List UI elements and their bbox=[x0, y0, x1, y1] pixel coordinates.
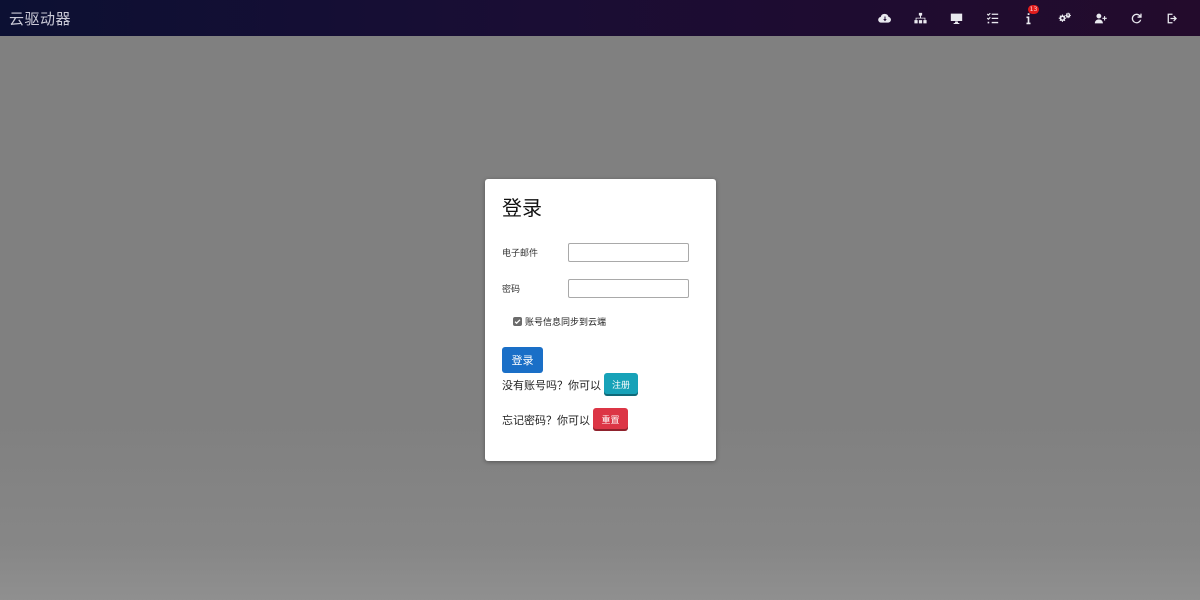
password-field[interactable] bbox=[568, 278, 689, 298]
email-label: 电子邮件 bbox=[502, 248, 539, 259]
login-button[interactable]: 登录 bbox=[502, 347, 543, 373]
network-button[interactable] bbox=[902, 0, 938, 36]
network-icon bbox=[913, 12, 927, 23]
sign-out-icon bbox=[1167, 13, 1177, 23]
navbar-actions: 13 bbox=[866, 0, 1190, 36]
reset-row: 忘记密码？你可以 重置 bbox=[502, 408, 628, 431]
refresh-button[interactable] bbox=[1118, 0, 1154, 36]
password-row: 密码 bbox=[502, 278, 689, 298]
desktop-button[interactable] bbox=[938, 0, 974, 36]
reset-password-button[interactable]: 重置 bbox=[593, 408, 628, 431]
check-icon bbox=[514, 319, 521, 325]
tasks-icon bbox=[986, 12, 998, 23]
refresh-icon bbox=[1131, 13, 1142, 23]
password-label: 密码 bbox=[502, 284, 521, 295]
login-dialog: 登录 电子邮件 密码 账号信息同步到云端 登录 没有账号吗？你可以 注册 忘记密… bbox=[485, 179, 716, 461]
add-user-button[interactable] bbox=[1082, 0, 1118, 36]
cloud-download-button[interactable] bbox=[866, 0, 902, 36]
sync-label[interactable]: 账号信息同步到云端 bbox=[525, 315, 606, 328]
gears-button[interactable] bbox=[1046, 0, 1082, 36]
email-row: 电子邮件 bbox=[502, 242, 689, 262]
register-button[interactable]: 注册 bbox=[604, 373, 638, 396]
top-navbar: 云驱动器 13 bbox=[0, 0, 1200, 36]
login-title: 登录 bbox=[502, 196, 542, 220]
desktop-icon bbox=[950, 13, 962, 24]
register-row: 没有账号吗？你可以 注册 bbox=[502, 373, 638, 396]
cloud-download-icon bbox=[877, 13, 891, 23]
tasks-button[interactable] bbox=[974, 0, 1010, 36]
app-title[interactable]: 云驱动器 bbox=[9, 8, 71, 29]
register-prompt: 没有账号吗？你可以 bbox=[502, 378, 601, 392]
reset-prompt: 忘记密码？你可以 bbox=[502, 413, 590, 427]
gears-icon bbox=[1058, 12, 1071, 22]
notification-badge: 13 bbox=[1028, 5, 1039, 14]
sync-checkbox[interactable] bbox=[513, 317, 522, 326]
user-plus-icon bbox=[1094, 13, 1107, 23]
email-field[interactable] bbox=[568, 242, 689, 262]
sync-option: 账号信息同步到云端 bbox=[513, 315, 606, 328]
info-button[interactable]: 13 bbox=[1010, 0, 1046, 36]
sign-out-button[interactable] bbox=[1154, 0, 1190, 36]
